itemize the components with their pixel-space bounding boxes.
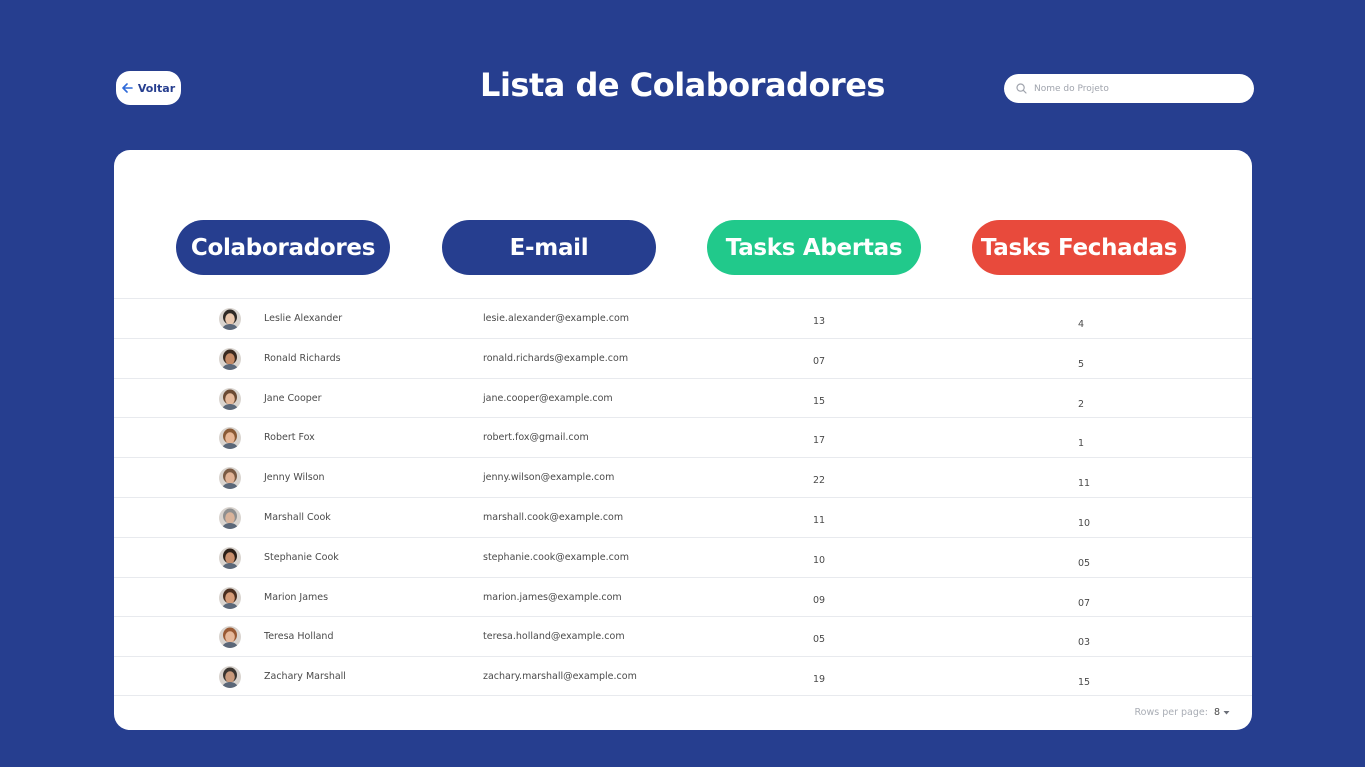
- avatar: [219, 427, 241, 450]
- collaborator-email: teresa.holland@example.com: [483, 631, 625, 643]
- closed-tasks-count: 4: [1078, 319, 1085, 330]
- avatar: [219, 506, 241, 529]
- collaborator-email: jane.cooper@example.com: [483, 392, 613, 404]
- open-tasks-count: 07: [813, 355, 826, 367]
- table-row[interactable]: Marion James marion.james@example.com 09 07: [114, 576, 1252, 617]
- open-tasks-count: 11: [813, 514, 826, 526]
- collaborator-name: Robert Fox: [264, 432, 315, 444]
- table-row[interactable]: Jane Cooper jane.cooper@example.com 15 2: [114, 377, 1252, 418]
- closed-tasks-count: 15: [1078, 677, 1091, 689]
- collaborator-name: Stephanie Cook: [264, 551, 339, 563]
- avatar: [219, 666, 241, 689]
- rows-per-page-label: Rows per page:: [1134, 707, 1208, 718]
- collaborator-name: Teresa Holland: [264, 631, 334, 643]
- collaborator-email: jenny.wilson@example.com: [483, 472, 615, 484]
- collaborators-table-card: Colaboradores E-mail Tasks Abertas Tasks…: [114, 150, 1252, 730]
- closed-tasks-count: 5: [1078, 358, 1085, 370]
- table-row[interactable]: Leslie Alexander lesie.alexander@example.…: [114, 298, 1252, 338]
- table-body: Leslie Alexander lesie.alexander@example.…: [114, 298, 1252, 696]
- avatar: [219, 467, 241, 490]
- search-input[interactable]: [1034, 83, 1234, 94]
- collaborator-email: ronald.richards@example.com: [483, 352, 629, 364]
- table-row[interactable]: Stephanie Cook stephanie.cook@example.com…: [114, 536, 1252, 577]
- closed-tasks-count: 1: [1078, 438, 1085, 450]
- caret-down-icon: [1223, 711, 1230, 715]
- avatar: [219, 387, 241, 410]
- avatar: [219, 308, 241, 330]
- column-header-collaborators[interactable]: Colaboradores: [176, 220, 390, 275]
- column-header-email[interactable]: E-mail: [442, 220, 656, 275]
- collaborator-email: stephanie.cook@example.com: [483, 551, 629, 563]
- closed-tasks-count: 03: [1078, 637, 1091, 649]
- collaborator-name: Marion James: [264, 591, 329, 603]
- table-row[interactable]: Jenny Wilson jenny.wilson@example.com 22 11: [114, 457, 1252, 497]
- table-row[interactable]: Zachary Marshall zachary.marshall@example…: [114, 656, 1252, 696]
- open-tasks-count: 17: [813, 435, 826, 447]
- closed-tasks-count: 2: [1078, 398, 1085, 410]
- search-bar[interactable]: [1004, 74, 1254, 103]
- column-header-closed-tasks[interactable]: Tasks Fechadas: [972, 220, 1186, 275]
- collaborator-email: robert.fox@gmail.com: [483, 432, 589, 444]
- collaborator-name: Ronald Richards: [264, 352, 341, 364]
- collaborator-name: Jenny Wilson: [264, 472, 325, 484]
- collaborator-email: zachary.marshall@example.com: [483, 671, 637, 683]
- search-icon: [1016, 83, 1027, 94]
- avatar: [219, 626, 241, 649]
- rows-per-page-value: 8: [1213, 707, 1220, 718]
- closed-tasks-count: 05: [1078, 557, 1091, 569]
- table-row[interactable]: Ronald Richards ronald.richards@example.c…: [114, 337, 1252, 378]
- open-tasks-count: 05: [813, 634, 826, 646]
- open-tasks-count: 13: [813, 316, 826, 327]
- closed-tasks-count: 10: [1078, 517, 1091, 529]
- closed-tasks-count: 07: [1078, 597, 1091, 609]
- table-row[interactable]: Robert Fox robert.fox@gmail.com 17 1: [114, 417, 1252, 457]
- collaborator-name: Marshall Cook: [264, 511, 331, 523]
- collaborator-email: marion.james@example.com: [483, 591, 622, 603]
- open-tasks-count: 15: [813, 395, 826, 407]
- column-header-open-tasks[interactable]: Tasks Abertas: [707, 220, 921, 275]
- collaborator-name: Zachary Marshall: [264, 671, 346, 683]
- collaborator-email: marshall.cook@example.com: [483, 511, 624, 523]
- closed-tasks-count: 11: [1078, 478, 1091, 490]
- table-row[interactable]: Teresa Holland teresa.holland@example.com…: [114, 616, 1252, 656]
- avatar: [219, 586, 241, 609]
- collaborator-name: Leslie Alexander: [264, 313, 343, 324]
- collaborator-name: Jane Cooper: [264, 392, 322, 404]
- open-tasks-count: 19: [813, 674, 826, 686]
- collaborator-email: lesie.alexander@example.com: [483, 313, 630, 324]
- table-row[interactable]: Marshall Cook marshall.cook@example.com 11…: [114, 496, 1252, 537]
- rows-per-page-select[interactable]: 8: [1214, 707, 1230, 718]
- open-tasks-count: 09: [813, 594, 826, 606]
- open-tasks-count: 10: [813, 554, 826, 566]
- open-tasks-count: 22: [813, 475, 826, 487]
- avatar: [219, 546, 241, 569]
- pagination: Rows per page: 8: [1134, 707, 1230, 718]
- avatar: [219, 347, 241, 370]
